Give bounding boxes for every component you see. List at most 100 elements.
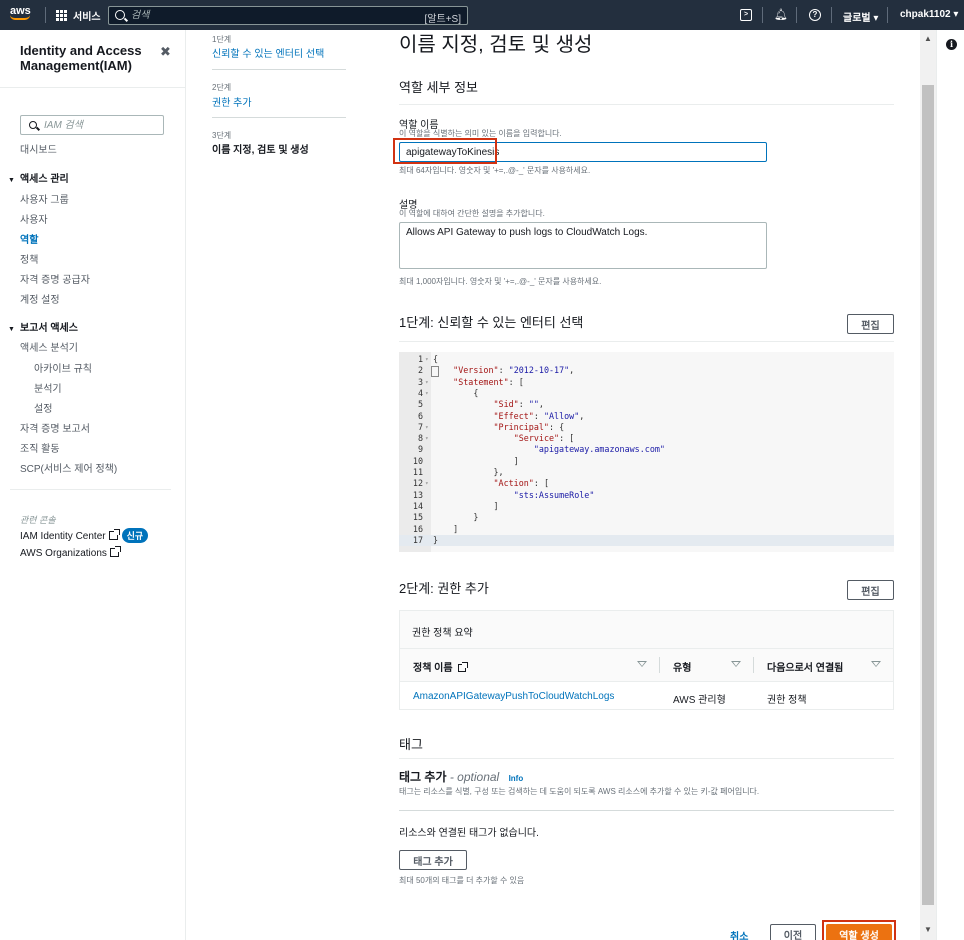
page-scrollbar[interactable]: ▲ ▼: [920, 30, 936, 940]
column-header-type[interactable]: 유형: [673, 659, 691, 674]
close-icon[interactable]: ✖: [160, 44, 171, 60]
code-text: ]: [433, 500, 499, 511]
code-text: ]: [433, 523, 459, 534]
sort-icon[interactable]: [871, 661, 881, 667]
fold-arrow-icon[interactable]: ▾: [425, 354, 429, 365]
caret-down-icon: ▼: [8, 326, 15, 333]
fold-arrow-icon[interactable]: ▾: [425, 377, 429, 388]
main-content: 이름 지정, 검토 및 생성 역할 세부 정보 역할 이름 이 역할을 식별하는…: [186, 30, 920, 940]
iam-sidebar: Identity and Access Management(IAM) ✖ 대시…: [0, 30, 186, 940]
code-line: 7 ▾ "Principal": {: [399, 422, 894, 433]
sidebar-item-identity-providers[interactable]: 자격 증명 공급자: [20, 271, 90, 286]
add-tag-button[interactable]: 태그 추가: [399, 850, 467, 870]
account-menu[interactable]: chpak1102 ▾: [900, 9, 958, 20]
sort-icon[interactable]: [731, 661, 741, 667]
edit-step2-button[interactable]: 편집: [847, 580, 894, 600]
create-role-button[interactable]: 역할 생성: [826, 924, 892, 940]
previous-button[interactable]: 이전: [770, 924, 816, 940]
line-number: 5: [417, 399, 423, 410]
code-text: "Effect": "Allow",: [493, 410, 585, 421]
fold-arrow-icon[interactable]: ▾: [425, 433, 429, 444]
search-icon: [115, 10, 125, 20]
global-search[interactable]: [알트+S]: [108, 6, 468, 25]
search-icon: [29, 121, 37, 129]
sidebar-item-user-groups[interactable]: 사용자 그룹: [20, 191, 69, 206]
info-link[interactable]: Info: [509, 774, 524, 783]
code-text: }: [433, 512, 479, 523]
fold-arrow-icon[interactable]: ▾: [425, 422, 429, 433]
external-link-icon: [108, 529, 120, 540]
sidebar-section-access-management[interactable]: ▼ 액세스 관리: [8, 170, 69, 185]
fold-arrow-icon[interactable]: ▾: [425, 478, 429, 489]
section-divider: [399, 341, 894, 342]
sidebar-item-account-settings[interactable]: 계정 설정: [20, 291, 60, 306]
column-label: 정책 이름: [413, 663, 453, 674]
code-line: 3 ▾ "Statement": [: [399, 377, 894, 388]
role-name-input[interactable]: [399, 142, 767, 162]
cloudshell-icon[interactable]: >: [740, 9, 752, 21]
description-textarea[interactable]: Allows API Gateway to push logs to Cloud…: [399, 222, 767, 269]
nav-divider: [887, 7, 888, 23]
permissions-summary-title: 권한 정책 요약: [412, 628, 473, 639]
code-line: 4 ▾ {: [399, 388, 894, 399]
sidebar-item-access-analyzer[interactable]: 액세스 분석기: [20, 339, 78, 354]
column-divider: [753, 657, 754, 673]
step2-review-heading: 2단계: 권한 추가: [399, 581, 489, 596]
help-icon[interactable]: ?: [809, 9, 821, 21]
fold-arrow-icon[interactable]: ▾: [425, 388, 429, 399]
sidebar-item-users[interactable]: 사용자: [20, 211, 48, 226]
line-number: 7: [417, 421, 423, 432]
nav-divider: [45, 7, 46, 23]
iam-search-input[interactable]: [44, 119, 159, 132]
external-link-icon: [109, 546, 121, 557]
sidebar-section-access-reports[interactable]: ▼ 보고서 액세스: [8, 319, 78, 334]
line-number: 3: [417, 376, 423, 387]
sidebar-divider: [10, 489, 171, 490]
bell-icon[interactable]: 🔔︎: [774, 9, 788, 21]
identity-center-link[interactable]: IAM Identity Center 신규: [20, 528, 149, 543]
organizations-label: AWS Organizations: [20, 548, 107, 559]
policy-name-link[interactable]: AmazonAPIGatewayPushToCloudWatchLogs: [413, 691, 614, 702]
line-number: 10: [412, 455, 423, 466]
sidebar-item-scp[interactable]: SCP(서비스 제어 정책): [20, 460, 117, 475]
global-search-input[interactable]: [131, 9, 411, 22]
trust-policy-code-viewer[interactable]: 1 ▾{2 "Version": "2012-10-17", 3 ▾ "Stateme…: [399, 352, 894, 552]
scrollbar-thumb[interactable]: [922, 85, 934, 905]
role-details-heading: 역할 세부 정보: [399, 80, 478, 95]
line-number: 4: [417, 387, 423, 398]
region-selector[interactable]: 글로벌 ▾: [843, 9, 878, 24]
cancel-button[interactable]: 취소: [730, 928, 748, 940]
section-divider: [399, 758, 894, 759]
column-header-policy-name[interactable]: 정책 이름: [413, 659, 468, 674]
description-hint: 최대 1,000자입니다. 영숫자 및 '+=,.@-_' 문자를 사용하세요.: [399, 277, 602, 286]
sort-icon[interactable]: [637, 661, 647, 667]
code-line: 14 ]: [399, 501, 894, 512]
iam-search[interactable]: [20, 115, 164, 135]
scroll-up-arrow-icon[interactable]: ▲: [924, 34, 932, 43]
sidebar-item-analyzer-settings[interactable]: 설정: [34, 400, 52, 415]
code-line: 6 "Effect": "Allow",: [399, 411, 894, 422]
sidebar-item-analyzers[interactable]: 분석기: [34, 380, 62, 395]
tags-heading: 태그: [399, 737, 423, 752]
services-menu-button[interactable]: 서비스: [56, 8, 101, 23]
caret-down-icon: ▼: [8, 177, 15, 184]
sidebar-item-credential-report[interactable]: 자격 증명 보고서: [20, 420, 90, 435]
line-number: 1: [417, 354, 423, 364]
line-number: 2: [417, 365, 423, 376]
info-icon[interactable]: i: [946, 39, 957, 50]
organizations-link[interactable]: AWS Organizations: [20, 546, 121, 559]
sidebar-item-organization-activity[interactable]: 조직 활동: [20, 440, 60, 455]
sidebar-item-archive-rules[interactable]: 아카이브 규칙: [34, 360, 92, 375]
sidebar-item-dashboard[interactable]: 대시보드: [20, 141, 57, 156]
sidebar-item-roles[interactable]: 역할: [20, 231, 38, 246]
section-label: 보고서 액세스: [19, 323, 78, 334]
aws-logo[interactable]: aws: [10, 6, 36, 24]
column-header-attached-as[interactable]: 다음으로서 연결됨: [767, 659, 843, 674]
code-text: ]: [433, 455, 519, 466]
scroll-down-arrow-icon[interactable]: ▼: [924, 925, 932, 934]
edit-step1-button[interactable]: 편집: [847, 314, 894, 334]
sidebar-item-policies[interactable]: 정책: [20, 251, 38, 266]
code-text: "Principal": {: [493, 421, 565, 432]
grid-icon: [56, 9, 68, 22]
sidebar-divider: [0, 87, 186, 88]
